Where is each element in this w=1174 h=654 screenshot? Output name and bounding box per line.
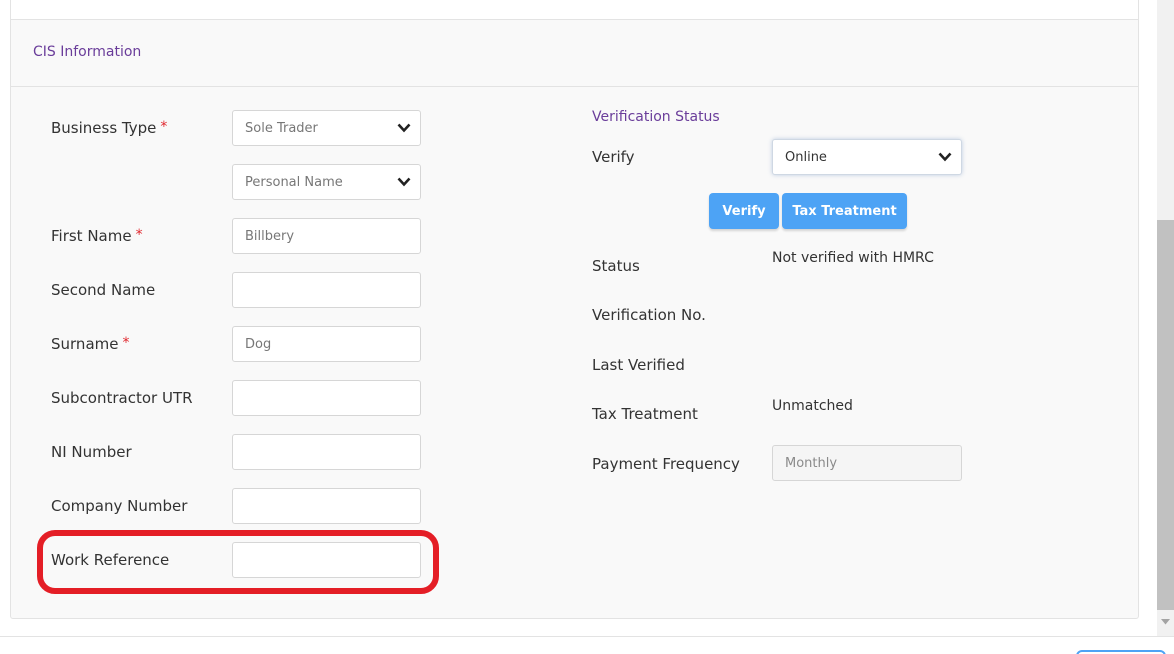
first-name-input[interactable]: Billbery [232,218,421,254]
verify-method-select[interactable]: Online [772,139,962,175]
verify-method-value: Online [785,149,827,165]
highlight-annotation [37,530,439,594]
business-name-type-value: Personal Name [245,174,343,190]
chevron-down-icon [396,174,412,190]
first-name-label: First Name * [51,227,143,245]
required-mark: * [160,119,168,135]
second-name-label: Second Name [51,281,156,299]
business-type-label: Business Type * [51,119,168,137]
verify-label: Verify [592,148,635,166]
footer-divider [0,636,1174,637]
cis-information-panel: CIS Information [10,19,1139,619]
tax-treatment-value: Unmatched [772,398,853,414]
payment-frequency-value: Monthly [785,455,838,471]
scrollbar-thumb[interactable] [1157,220,1174,610]
panel-title: CIS Information [33,44,142,60]
panel-header: CIS Information [11,20,1138,87]
payment-frequency-label: Payment Frequency [592,455,740,473]
company-number-input[interactable] [232,488,421,524]
last-verified-label: Last Verified [592,356,685,374]
business-name-type-select[interactable]: Personal Name [232,164,421,200]
scroll-down-arrow-icon[interactable] [1157,614,1174,630]
surname-label: Surname * [51,335,130,353]
verification-status-title: Verification Status [592,109,720,125]
verify-button[interactable]: Verify [709,193,779,229]
ni-number-label: NI Number [51,443,132,461]
verification-no-label: Verification No. [592,306,706,324]
subcontractor-utr-input[interactable] [232,380,421,416]
first-name-placeholder: Billbery [245,228,295,244]
business-type-value: Sole Trader [245,120,318,136]
required-mark: * [122,335,130,351]
required-mark: * [135,227,143,243]
tax-treatment-label: Tax Treatment [592,405,698,423]
previous-card [10,0,1139,20]
subcontractor-utr-label: Subcontractor UTR [51,389,193,407]
chevron-down-icon [396,120,412,136]
payment-frequency-field: Monthly [772,445,962,481]
status-label: Status [592,257,640,275]
footer-button[interactable] [1076,650,1166,654]
chevron-down-icon [937,149,953,165]
company-number-label: Company Number [51,497,188,515]
business-type-select[interactable]: Sole Trader [232,110,421,146]
status-value: Not verified with HMRC [772,250,934,266]
ni-number-input[interactable] [232,434,421,470]
surname-placeholder: Dog [245,336,272,352]
second-name-input[interactable] [232,272,421,308]
tax-treatment-button[interactable]: Tax Treatment [782,193,907,229]
surname-input[interactable]: Dog [232,326,421,362]
